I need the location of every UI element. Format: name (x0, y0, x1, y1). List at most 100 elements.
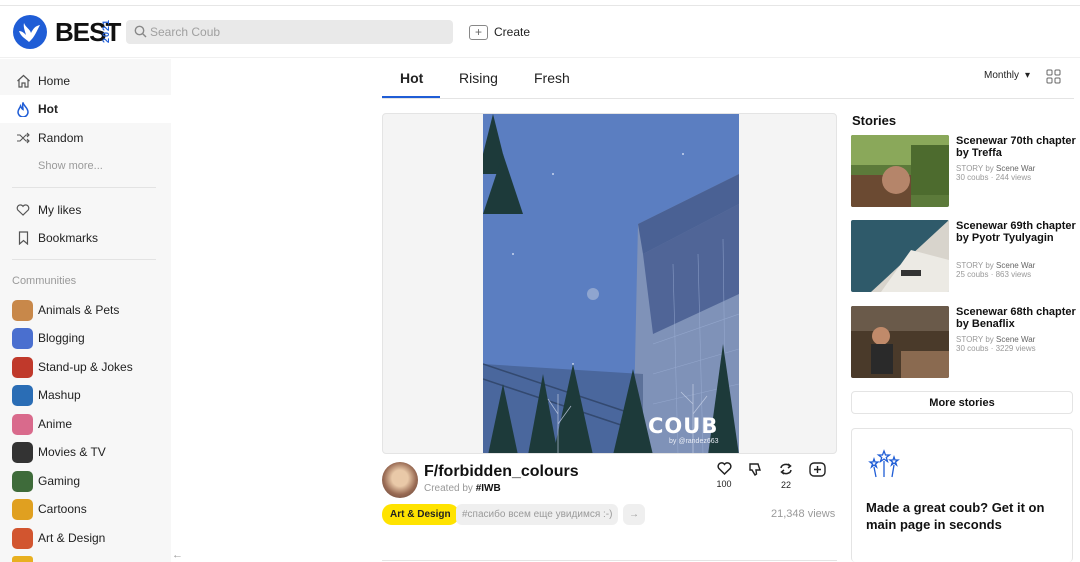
tags-more-arrow-icon[interactable]: → (623, 504, 645, 525)
sidebar: Home Hot Random Show more... My likes Bo… (0, 59, 171, 562)
community-blogging[interactable]: Blogging (0, 324, 171, 352)
story-card[interactable]: Scenewar 69th chapter by Pyotr Tyulyagin… (851, 220, 1076, 292)
community-avatar (12, 384, 33, 406)
create-button[interactable]: + Create (469, 22, 530, 42)
coub-player[interactable]: COUB by @randez663 (382, 113, 837, 454)
community-label: Blogging (38, 331, 85, 345)
story-label: STORY (956, 335, 984, 344)
add-to-collection-button[interactable] (805, 462, 829, 479)
search-icon (134, 25, 147, 43)
community-cartoons[interactable]: Cartoons (0, 495, 171, 523)
story-title[interactable]: Scenewar 70th chapter by Treffa (956, 135, 1076, 159)
community-avatar (12, 299, 33, 321)
community-avatar (12, 556, 33, 562)
bookmark-icon (15, 230, 31, 246)
story-card[interactable]: Scenewar 68th chapter by Benaflix STORY … (851, 306, 1076, 378)
coub-title[interactable]: F/forbidden_colours (424, 463, 579, 481)
sidebar-item-my-likes[interactable]: My likes (0, 196, 171, 224)
sidebar-item-hot[interactable]: Hot (0, 95, 171, 123)
sidebar-item-label: Random (38, 131, 84, 145)
community-animals-pets[interactable]: Animals & Pets (0, 296, 171, 324)
created-by-label: Created by (424, 483, 473, 494)
story-coubs: 30 coubs (956, 173, 989, 182)
tag-hashtag[interactable]: #спасибо всем еще увидимся :-) (456, 504, 619, 525)
story-thumbnail[interactable] (851, 135, 949, 207)
show-more-link[interactable]: Show more... (38, 160, 103, 172)
add-icon (808, 462, 826, 477)
community-label: Mashup (38, 388, 81, 402)
community-gaming[interactable]: Gaming (0, 467, 171, 495)
dislike-button[interactable] (743, 462, 767, 479)
recoub-count: 22 (780, 480, 791, 490)
community-avatar (12, 498, 33, 520)
story-by: by (985, 164, 994, 173)
shuffle-icon (15, 130, 31, 146)
tab-fresh[interactable]: Fresh (534, 70, 570, 86)
heart-icon (716, 462, 732, 476)
story-thumbnail[interactable] (851, 220, 949, 292)
period-dropdown[interactable]: Monthly ▾ (984, 70, 1030, 81)
coub-watermark: COUB (648, 414, 719, 438)
create-plus-icon: + (469, 24, 488, 40)
community-label: Movies & TV (38, 445, 106, 459)
sidebar-item-home[interactable]: Home (0, 67, 171, 95)
story-card[interactable]: Scenewar 70th chapter by Treffa STORY by… (851, 135, 1076, 207)
community-avatar (12, 356, 33, 378)
tab-rising[interactable]: Rising (459, 70, 498, 86)
search-input[interactable] (150, 22, 440, 42)
card-divider (382, 560, 837, 561)
coub-video-frame (483, 114, 739, 453)
sidebar-divider (12, 187, 156, 188)
community-anime[interactable]: Anime (0, 410, 171, 438)
tab-hot[interactable]: Hot (400, 70, 423, 86)
story-title[interactable]: Scenewar 68th chapter by Benaflix (956, 306, 1076, 330)
like-count: 100 (716, 479, 732, 489)
recoub-icon (780, 463, 792, 475)
story-channel-link[interactable]: Scene War (996, 164, 1035, 173)
story-channel-link[interactable]: Scene War (996, 335, 1035, 344)
story-title[interactable]: Scenewar 69th chapter by Pyotr Tyulyagin (956, 220, 1076, 244)
more-stories-button[interactable]: More stories (851, 391, 1073, 414)
story-channel-link[interactable]: Scene War (996, 261, 1035, 270)
coub-author-line: Created by #IWB (424, 483, 501, 494)
story-coubs: 30 coubs (956, 344, 989, 353)
header: BEST 2021 + Create (0, 6, 1080, 58)
stories-heading: Stories (852, 113, 897, 128)
collapse-sidebar-arrow-icon[interactable]: ← (172, 549, 183, 561)
story-thumbnail[interactable] (851, 306, 949, 378)
grid-view-icon[interactable] (1046, 69, 1061, 89)
brand-year: 2021 (101, 19, 111, 44)
sidebar-item-label: Home (38, 74, 71, 88)
community-mashup[interactable]: Mashup (0, 381, 171, 409)
search-box[interactable] (126, 20, 453, 44)
story-views: 3229 views (995, 344, 1036, 353)
home-icon (15, 73, 31, 89)
community-movies-tv[interactable]: Movies & TV (0, 438, 171, 466)
feed-tabs: Hot Rising Fresh (382, 60, 1074, 99)
recoub-button[interactable]: 22 (774, 462, 798, 490)
sidebar-item-bookmarks[interactable]: Bookmarks (0, 224, 171, 252)
community-label: Animals & Pets (38, 303, 120, 317)
community-avatar (12, 327, 33, 349)
story-meta: STORY by Scene War (956, 164, 1035, 173)
chevron-down-icon: ▾ (1025, 70, 1031, 81)
story-views: 863 views (995, 270, 1032, 279)
period-label: Monthly (984, 70, 1020, 81)
community-avatar (12, 527, 33, 549)
story-meta: STORY by Scene War (956, 335, 1035, 344)
community-art-design[interactable]: Art & Design (0, 524, 171, 552)
promo-text: Made a great coub? Get it on main page i… (866, 500, 1045, 532)
coub-watermark-credit: by @randez663 (669, 438, 719, 445)
coub-logo-icon[interactable] (13, 15, 47, 49)
author-link[interactable]: #IWB (476, 483, 501, 494)
story-coubs: 25 coubs (956, 270, 989, 279)
fireworks-icon (868, 449, 900, 478)
view-count: 21,348 views (771, 508, 836, 520)
author-avatar[interactable] (382, 462, 418, 498)
communities-heading: Communities (12, 275, 77, 287)
sidebar-item-random[interactable]: Random (0, 124, 171, 152)
like-button[interactable]: 100 (712, 462, 736, 489)
tag-community[interactable]: Art & Design (382, 504, 459, 525)
community-standup-jokes[interactable]: Stand-up & Jokes (0, 353, 171, 381)
story-stats: 30 coubs · 244 views (956, 173, 1032, 182)
